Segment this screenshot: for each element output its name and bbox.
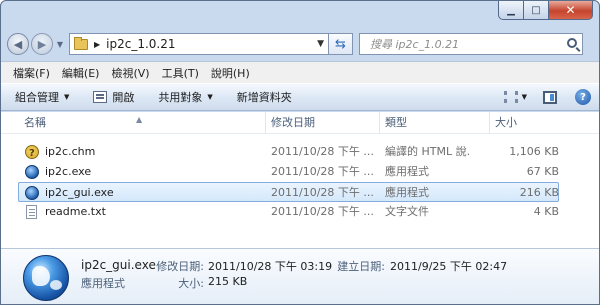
new-folder-label: 新增資料夾 [236,91,292,104]
details-modified-value: 2011/10/28 下午 03:19 [208,260,333,273]
column-header-type-label: 類型 [385,116,407,129]
share-label: 共用對象 [158,91,203,104]
command-bar: 組合管理 ▼ 開啟 共用對象 ▼ 新增資料夾 ▼ ? [1,83,599,111]
address-row: ◀ ▶ ▼ ▶ ip2c_1.0.21 ▼ ⇆ 搜尋 ip2c_1.0.21 [7,32,593,56]
breadcrumb-current[interactable]: ip2c_1.0.21 [106,37,175,51]
file-name: ip2c.chm [45,145,96,158]
sort-ascending-icon: ▲ [136,115,143,124]
recent-pages-dropdown[interactable]: ▼ [55,40,65,49]
help-file-icon [25,144,39,162]
file-type: 文字文件 [385,205,429,218]
file-date: 2011/10/28 下午 ... [271,165,374,178]
refresh-icon: ⇆ [335,36,346,52]
application-icon [25,165,39,179]
file-name: ip2c.exe [45,165,92,178]
search-placeholder: 搜尋 ip2c_1.0.21 [370,38,460,51]
file-size: 67 KB [526,165,559,178]
forward-arrow-icon: ▶ [37,37,47,51]
file-type: 應用程式 [385,186,429,199]
application-globe-icon [23,255,69,301]
file-rows: ip2c.chm 2011/10/28 下午 ... 編譯的 HTML 說...… [18,142,559,222]
file-list: ▲ 名稱 修改日期 類型 大小 ip2c.chm 2011/10/28 下午 .… [1,112,599,248]
preview-pane-icon[interactable] [543,90,557,104]
application-icon [25,186,39,200]
column-header-date[interactable]: 修改日期 [265,112,379,134]
forward-button[interactable]: ▶ [31,33,53,55]
table-row[interactable]: ip2c.chm 2011/10/28 下午 ... 編譯的 HTML 說...… [19,142,559,162]
new-folder-button[interactable]: 新增資料夾 [237,89,292,105]
close-button[interactable]: ✕ [549,1,593,20]
command-bar-right: ▼ ? [503,89,591,105]
column-header-size[interactable]: 大小 [489,112,569,134]
file-name: ip2c_gui.exe [45,186,114,199]
table-row-selected[interactable]: ip2c_gui.exe 2011/10/28 下午 ... 應用程式 216 … [18,182,559,202]
explorer-window: ▁ □ ✕ ◀ ▶ ▼ ▶ ip2c_1.0.21 ▼ ⇆ 搜尋 ip2c_1.… [0,0,600,305]
open-icon [93,91,108,103]
column-header-name[interactable]: ▲ 名稱 [1,112,265,134]
column-header-type[interactable]: 類型 [379,112,489,134]
menu-view[interactable]: 檢視(V) [111,65,149,81]
menu-file[interactable]: 檔案(F) [13,65,50,81]
share-button[interactable]: 共用對象 ▼ [158,89,212,105]
menu-edit[interactable]: 編輯(E) [62,65,100,81]
back-button[interactable]: ◀ [7,33,29,55]
search-input[interactable]: 搜尋 ip2c_1.0.21 [359,33,583,55]
file-type: 編譯的 HTML 說... [385,145,469,158]
minimize-button[interactable]: ▁ [498,1,524,20]
details-size-label: 大小: [178,277,204,290]
chevron-down-icon: ▼ [207,93,213,101]
help-icon[interactable]: ? [575,89,591,105]
search-icon[interactable] [567,38,577,48]
details-modified-label: 修改日期: [156,260,204,273]
menu-bar: 檔案(F) 編輯(E) 檢視(V) 工具(T) 說明(H) [1,61,599,83]
change-view-icon[interactable] [503,91,518,103]
open-label: 開啟 [112,91,135,104]
table-row[interactable]: ip2c.exe 2011/10/28 下午 ... 應用程式 67 KB [19,162,559,182]
file-size: 1,106 KB [509,145,559,158]
organize-label: 組合管理 [15,91,59,104]
column-headers: ▲ 名稱 修改日期 類型 大小 [1,112,599,134]
details-pane: ip2c_gui.exe 應用程式 修改日期: 2011/10/28 下午 03… [1,248,599,304]
details-file-type: 應用程式 [81,277,125,290]
maximize-button[interactable]: □ [524,1,549,20]
menu-tools[interactable]: 工具(T) [162,65,199,81]
back-arrow-icon: ◀ [13,37,23,51]
open-button[interactable]: 開啟 [93,89,134,105]
file-size: 216 KB [519,186,559,199]
column-header-size-label: 大小 [495,116,517,129]
caption-buttons: ▁ □ ✕ [498,1,593,20]
breadcrumb-arrow-icon[interactable]: ▶ [94,40,100,49]
details-size-value: 215 KB [208,275,248,288]
details-file-name: ip2c_gui.exe [81,258,156,272]
view-options-chevron-icon[interactable]: ▼ [522,93,527,101]
organize-button[interactable]: 組合管理 ▼ [15,89,69,105]
menu-help[interactable]: 說明(H) [211,65,250,81]
file-date: 2011/10/28 下午 ... [271,186,374,199]
address-dropdown-icon[interactable]: ▼ [317,39,324,49]
text-file-icon [26,205,37,219]
column-header-date-label: 修改日期 [271,116,315,129]
column-header-name-label: 名稱 [24,116,46,129]
file-name: readme.txt [45,205,106,218]
chevron-down-icon: ▼ [64,93,70,101]
details-created-label: 建立日期: [337,260,385,273]
details-created-value: 2011/9/25 下午 02:47 [390,260,508,273]
file-date: 2011/10/28 下午 ... [271,145,374,158]
file-type: 應用程式 [385,165,429,178]
table-row[interactable]: readme.txt 2011/10/28 下午 ... 文字文件 4 KB [19,202,559,222]
file-date: 2011/10/28 下午 ... [271,205,374,218]
folder-icon [74,36,88,50]
file-size: 4 KB [533,205,559,218]
address-bar[interactable]: ▶ ip2c_1.0.21 ▼ [69,33,329,55]
refresh-button[interactable]: ⇆ [329,33,353,55]
